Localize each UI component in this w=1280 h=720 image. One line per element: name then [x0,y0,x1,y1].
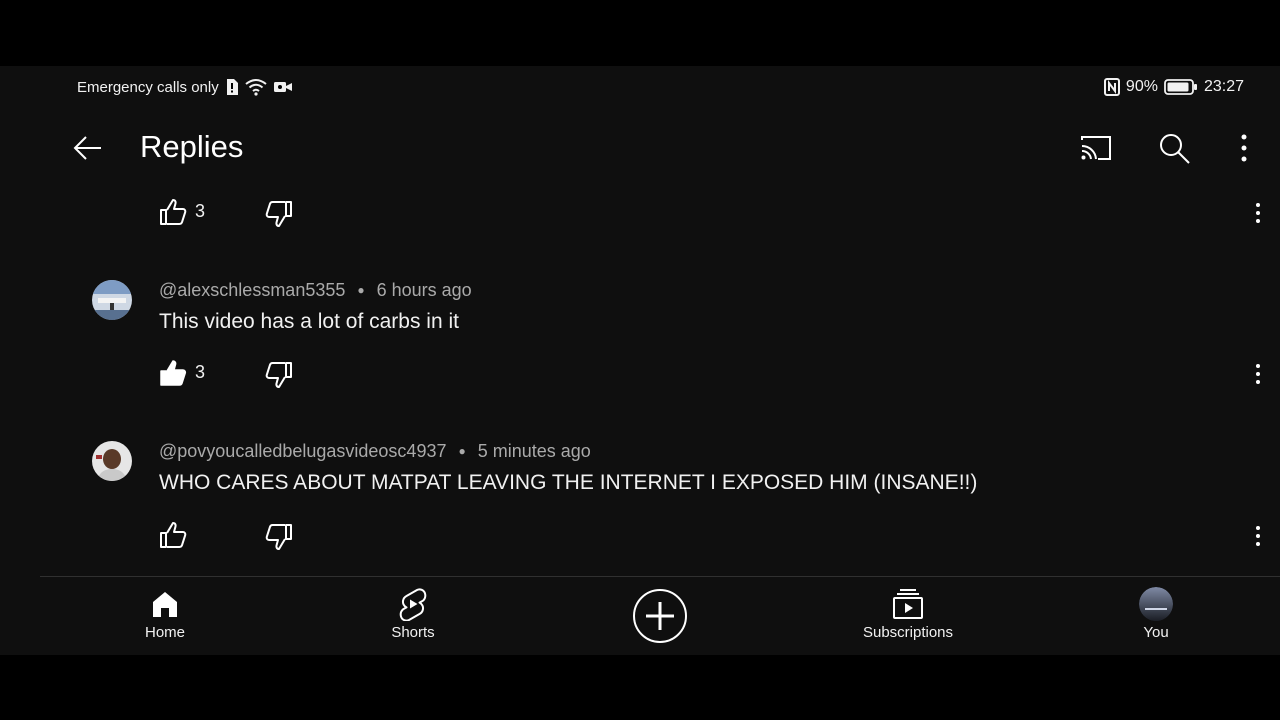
comment-text: This video has a lot of carbs in it [159,310,459,333]
nav-you[interactable]: You [1086,587,1226,641]
comment-meta: @povyoucalledbelugasvideosc4937 ● 5 minute… [159,441,591,462]
thumb-up-filled-icon[interactable] [158,358,188,388]
like-count: 3 [195,362,206,382]
network-status-text: Emergency calls only [77,78,219,96]
cast-icon[interactable] [1078,130,1114,166]
comment-actions: 3 [158,195,1268,231]
avatar [1139,587,1173,621]
app-screen: Emergency calls only 90% 23:27 Replies 3… [0,66,1280,655]
avatar[interactable] [92,280,132,320]
search-icon[interactable] [1156,130,1192,166]
separator-dot: ● [458,444,466,458]
comment-more-icon[interactable] [1248,522,1268,550]
more-vert-icon[interactable] [1228,130,1260,166]
page-title: Replies [140,129,244,164]
comment-actions [158,518,1268,554]
thumb-down-icon[interactable] [264,360,294,390]
subscriptions-icon [893,589,923,619]
sim-alert-icon [226,79,238,95]
nav-subscriptions[interactable]: Subscriptions [838,587,978,641]
nfc-icon [1103,78,1120,96]
thumb-down-icon[interactable] [264,199,294,229]
thumb-up-icon[interactable] [158,520,188,550]
shorts-icon [399,588,427,621]
bottom-nav: Home Shorts Subscriptions You [0,577,1280,655]
comment-meta: @alexschlessman5355 ● 6 hours ago [159,280,472,301]
nav-shorts-label: Shorts [391,624,435,641]
status-right: 90% 23:27 [1103,78,1244,96]
clock: 23:27 [1203,78,1244,95]
battery-percent: 90% [1125,78,1158,95]
comment-author[interactable]: @alexschlessman5355 [159,280,345,300]
nav-subscriptions-label: Subscriptions [862,624,954,641]
nav-home-label: Home [144,624,185,641]
battery-icon [1164,79,1197,95]
comment-time: 6 hours ago [376,280,472,300]
video-record-icon [273,82,292,92]
comment-actions: 3 [158,356,1268,392]
create-button[interactable] [633,589,687,643]
status-left: Emergency calls only [77,78,293,96]
wifi-icon [245,79,267,96]
create-icon [646,602,674,630]
home-icon [153,592,177,617]
comment-more-icon[interactable] [1248,360,1268,388]
comment-author[interactable]: @povyoucalledbelugasvideosc4937 [159,441,446,461]
nav-home[interactable]: Home [95,587,235,641]
thumb-up-icon[interactable] [158,197,188,227]
comment-more-icon[interactable] [1248,199,1268,227]
app-bar: Replies [0,118,1280,178]
nav-shorts[interactable]: Shorts [343,587,483,641]
thumb-down-icon[interactable] [264,522,294,552]
status-bar: Emergency calls only 90% 23:27 [0,66,1280,108]
arrow-left-icon[interactable] [70,130,106,166]
avatar[interactable] [92,441,132,481]
separator-dot: ● [357,283,365,297]
comment-time: 5 minutes ago [477,441,591,461]
nav-you-label: You [1143,624,1169,641]
comment-text: WHO CARES ABOUT MATPAT LEAVING THE INTER… [159,471,978,494]
like-count: 3 [195,201,206,221]
